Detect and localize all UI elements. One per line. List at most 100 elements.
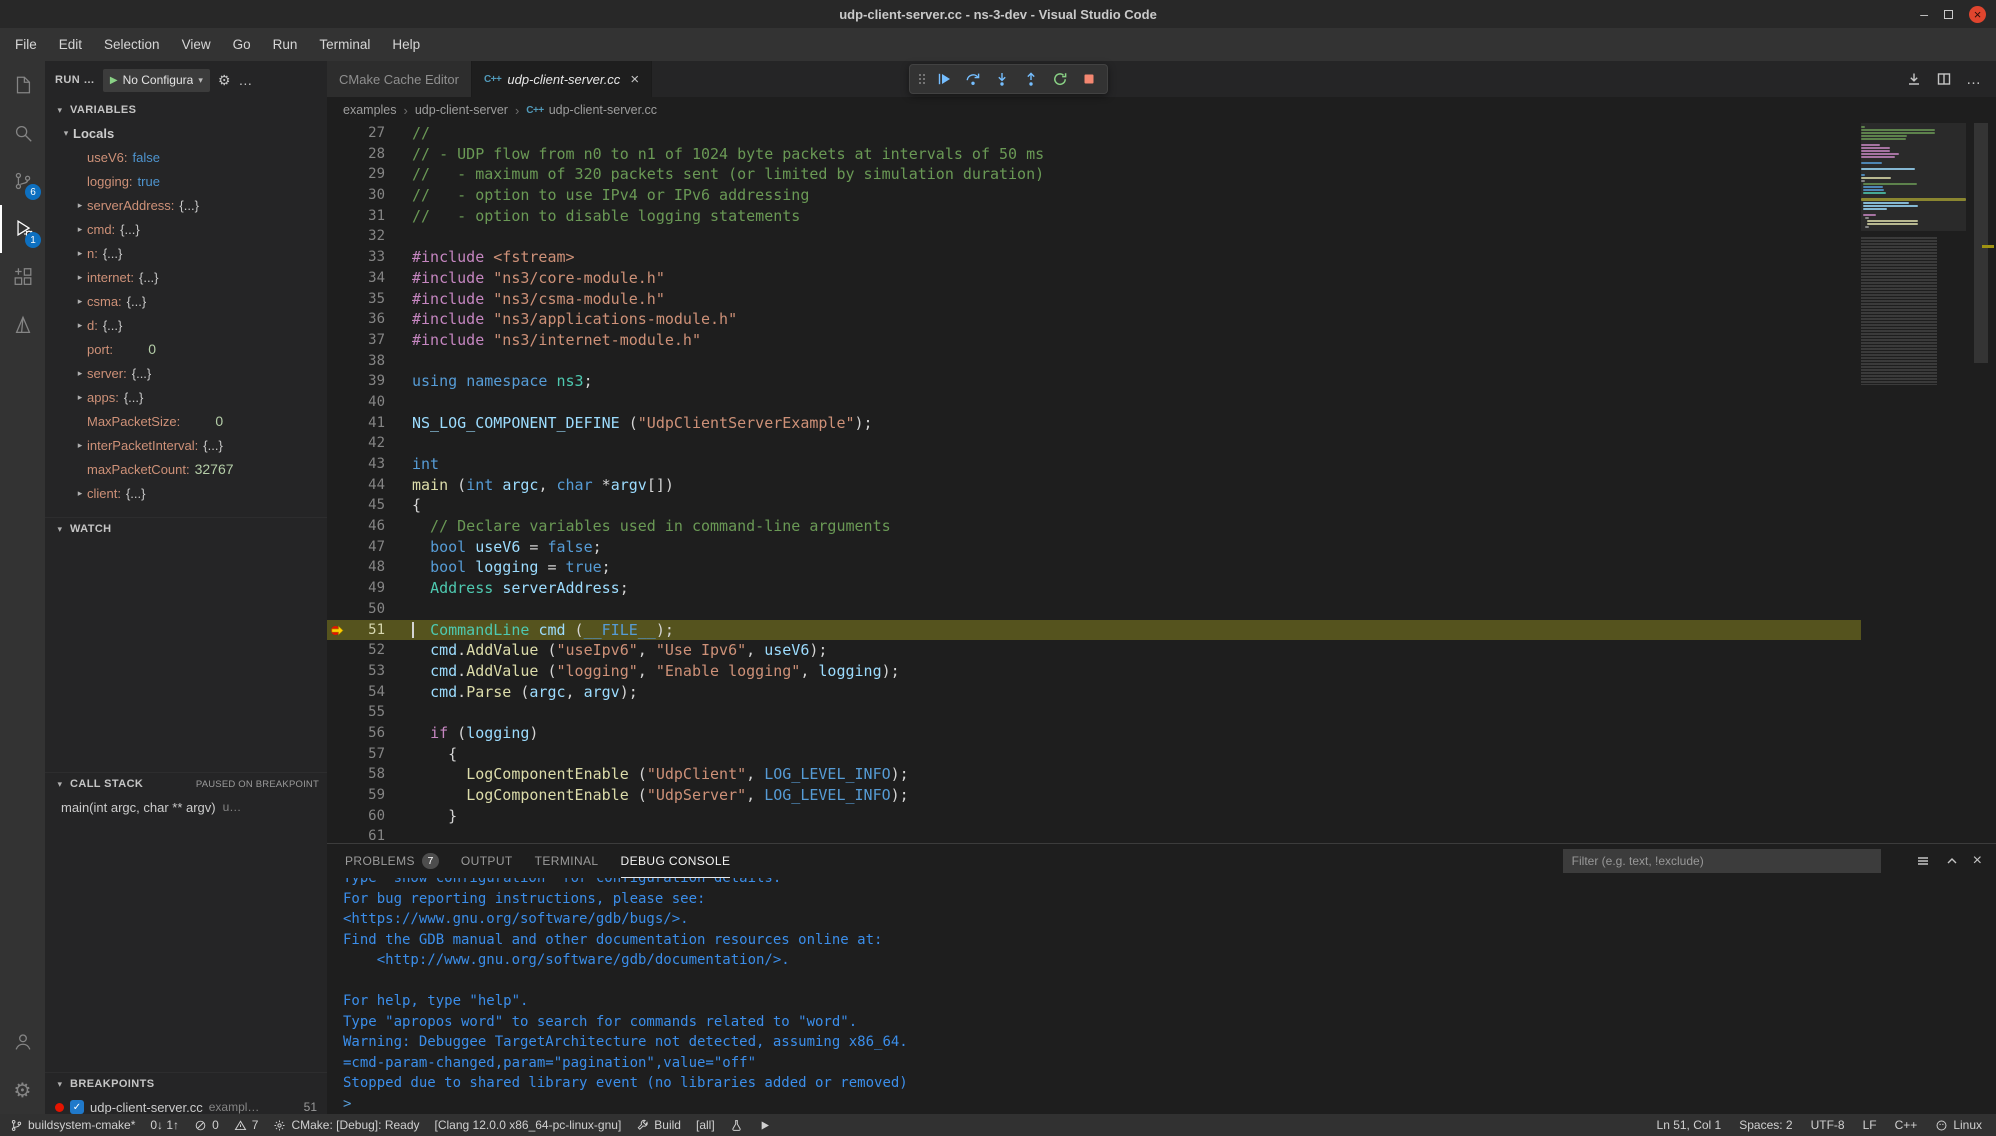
gutter-glyph-margin[interactable] — [327, 247, 347, 268]
gutter-glyph-margin[interactable] — [327, 475, 347, 496]
step-into-button[interactable] — [989, 66, 1015, 92]
variable-interpacketinterval[interactable]: ▸ interPacketInterval: {...} — [45, 433, 327, 457]
close-tab-icon[interactable]: × — [630, 71, 639, 88]
code-line-58[interactable]: 58 LogComponentEnable ("UdpClient", LOG_… — [327, 764, 1861, 785]
breakpoint-item[interactable]: ✓ udp-client-server.cc exampl… 51 — [45, 1095, 327, 1114]
gutter-glyph-margin[interactable] — [327, 640, 347, 661]
breadcrumb-udp-client-server-cc[interactable]: C++udp-client-server.cc — [526, 103, 657, 117]
code-line-61[interactable]: 61 — [327, 826, 1861, 843]
download-icon[interactable] — [1906, 71, 1922, 87]
code-line-27[interactable]: 27// — [327, 123, 1861, 144]
gutter-glyph-margin[interactable] — [327, 723, 347, 744]
more-actions-icon[interactable]: … — [1966, 71, 1982, 88]
menu-help[interactable]: Help — [381, 28, 431, 61]
status-0-1[interactable]: 0↓ 1↑ — [150, 1118, 179, 1132]
activity-run-and-debug-icon[interactable]: 1 — [0, 205, 45, 253]
activity-explorer-icon[interactable] — [0, 61, 45, 109]
status-gear[interactable]: CMake: [Debug]: Ready — [273, 1118, 419, 1132]
menu-go[interactable]: Go — [222, 28, 262, 61]
panel-tab-debug-console[interactable]: DEBUG CONSOLE — [621, 844, 731, 878]
code-line-33[interactable]: 33#include <fstream> — [327, 247, 1861, 268]
code-line-49[interactable]: 49 Address serverAddress; — [327, 578, 1861, 599]
activity-extensions-icon[interactable] — [0, 253, 45, 301]
gutter-glyph-margin[interactable] — [327, 144, 347, 165]
code-line-51[interactable]: 51 CommandLine cmd (__FILE__); — [327, 620, 1861, 641]
start-debug-icon[interactable]: ▶ — [110, 75, 118, 86]
status-play[interactable] — [758, 1119, 771, 1132]
minimize-icon[interactable]: – — [1920, 7, 1928, 21]
drag-handle-icon[interactable] — [915, 71, 928, 87]
gutter-glyph-margin[interactable] — [327, 351, 347, 372]
menu-view[interactable]: View — [171, 28, 222, 61]
stop-button[interactable] — [1076, 66, 1102, 92]
close-icon[interactable]: × — [1969, 6, 1986, 23]
gutter-glyph-margin[interactable] — [327, 371, 347, 392]
gutter-glyph-margin[interactable] — [327, 433, 347, 454]
variable-logging[interactable]: logging: true — [45, 169, 327, 193]
tab-cmake-cache-editor[interactable]: CMake Cache Editor — [327, 61, 472, 97]
code-line-28[interactable]: 28// - UDP flow from n0 to n1 of 1024 by… — [327, 144, 1861, 165]
console-prompt[interactable]: > — [343, 1094, 1996, 1115]
variable-usev6[interactable]: useV6: false — [45, 145, 327, 169]
status-ln-51-col-1[interactable]: Ln 51, Col 1 — [1657, 1118, 1722, 1132]
gutter-glyph-margin[interactable] — [327, 392, 347, 413]
code-line-48[interactable]: 48 bool logging = true; — [327, 557, 1861, 578]
code-line-37[interactable]: 37#include "ns3/internet-module.h" — [327, 330, 1861, 351]
code-line-56[interactable]: 56 if (logging) — [327, 723, 1861, 744]
code-line-50[interactable]: 50 — [327, 599, 1861, 620]
panel-tab-terminal[interactable]: TERMINAL — [535, 844, 599, 878]
activity-source-control-icon[interactable]: 6 — [0, 157, 45, 205]
code-line-46[interactable]: 46 // Declare variables used in command-… — [327, 516, 1861, 537]
variable-csma[interactable]: ▸ csma: {...} — [45, 289, 327, 313]
variable-maxpacketsize[interactable]: MaxPacketSize: 0 — [45, 409, 327, 433]
menu-run[interactable]: Run — [262, 28, 309, 61]
panel-tab-output[interactable]: OUTPUT — [461, 844, 513, 878]
gutter-glyph-margin[interactable] — [327, 226, 347, 247]
status-error[interactable]: 0 — [194, 1118, 219, 1132]
variable-maxpacketcount[interactable]: maxPacketCount: 32767 — [45, 457, 327, 481]
menu-terminal[interactable]: Terminal — [308, 28, 381, 61]
gutter-glyph-margin[interactable] — [327, 557, 347, 578]
code-line-32[interactable]: 32 — [327, 226, 1861, 247]
code-line-59[interactable]: 59 LogComponentEnable ("UdpServer", LOG_… — [327, 785, 1861, 806]
status-flask[interactable] — [730, 1119, 743, 1132]
code-line-43[interactable]: 43int — [327, 454, 1861, 475]
status-wrench[interactable]: Build — [636, 1118, 681, 1132]
gutter-glyph-margin[interactable] — [327, 785, 347, 806]
gutter-glyph-margin[interactable] — [327, 516, 347, 537]
debug-console[interactable]: Type "show configuration" for configurat… — [327, 878, 1996, 1114]
gutter-glyph-margin[interactable] — [327, 702, 347, 723]
code-line-30[interactable]: 30// - option to use IPv4 or IPv6 addres… — [327, 185, 1861, 206]
gutter-glyph-margin[interactable] — [327, 661, 347, 682]
gutter-glyph-margin[interactable] — [327, 309, 347, 330]
gutter-glyph-margin[interactable] — [327, 330, 347, 351]
gutter-glyph-margin[interactable] — [327, 164, 347, 185]
gutter-glyph-margin[interactable] — [327, 454, 347, 475]
gear-icon[interactable]: ⚙ — [218, 72, 231, 89]
code-line-53[interactable]: 53 cmd.AddValue ("logging", "Enable logg… — [327, 661, 1861, 682]
status-clang-12-0-0-x86-64-pc-linux-gnu[interactable]: [Clang 12.0.0 x86_64-pc-linux-gnu] — [435, 1118, 622, 1132]
gutter-glyph-margin[interactable] — [327, 185, 347, 206]
continue-button[interactable] — [931, 66, 957, 92]
status-all[interactable]: [all] — [696, 1118, 715, 1132]
gutter-glyph-margin[interactable] — [327, 806, 347, 827]
variable-client[interactable]: ▸ client: {...} — [45, 481, 327, 505]
gutter-glyph-margin[interactable] — [327, 682, 347, 703]
code-editor[interactable]: 27//28// - UDP flow from n0 to n1 of 102… — [327, 123, 1996, 843]
call-stack-header[interactable]: ▾ CALL STACK PAUSED ON BREAKPOINT — [45, 773, 327, 795]
maximize-panel-icon[interactable] — [1944, 853, 1960, 869]
status-spaces-2[interactable]: Spaces: 2 — [1739, 1118, 1792, 1132]
code-line-54[interactable]: 54 cmd.Parse (argc, argv); — [327, 682, 1861, 703]
status-branch[interactable]: buildsystem-cmake* — [10, 1118, 135, 1132]
breakpoints-header[interactable]: ▾ BREAKPOINTS — [45, 1073, 327, 1095]
gutter-glyph-margin[interactable] — [327, 413, 347, 434]
restart-button[interactable] — [1047, 66, 1073, 92]
activity-cmake-icon[interactable] — [0, 301, 45, 349]
variable-serveraddress[interactable]: ▸ serverAddress: {...} — [45, 193, 327, 217]
breadcrumb-examples[interactable]: examples — [343, 103, 397, 117]
code-line-29[interactable]: 29// - maximum of 320 packets sent (or l… — [327, 164, 1861, 185]
code-line-44[interactable]: 44main (int argc, char *argv[]) — [327, 475, 1861, 496]
menu-edit[interactable]: Edit — [48, 28, 93, 61]
code-line-38[interactable]: 38 — [327, 351, 1861, 372]
gutter-glyph-margin[interactable] — [327, 599, 347, 620]
